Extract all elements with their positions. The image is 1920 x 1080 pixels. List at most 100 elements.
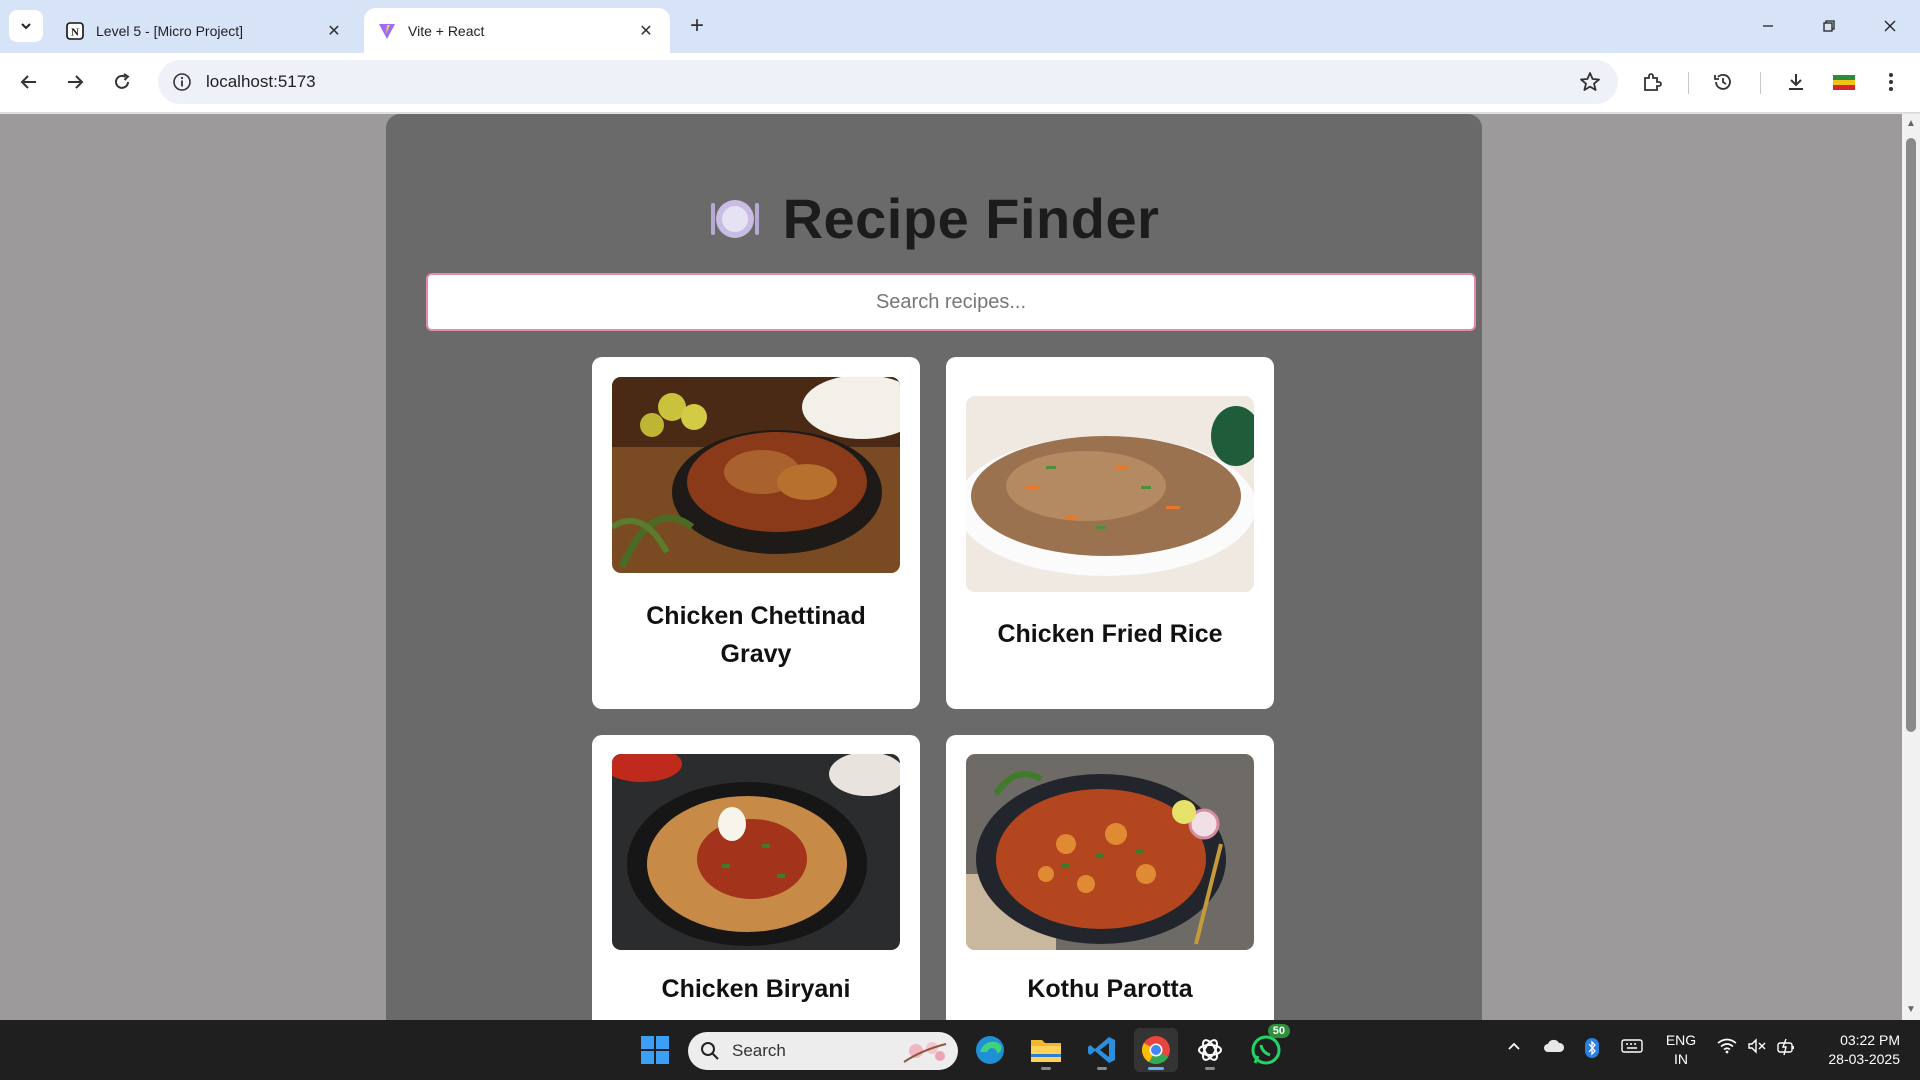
search-icon [701, 1042, 719, 1060]
tab-title: Vite + React [408, 22, 485, 39]
tab-strip: N Level 5 - [Micro Project] ✕ Vite + Rea… [0, 0, 1920, 53]
new-tab-button[interactable]: + [683, 12, 711, 40]
battery-tray[interactable] [1774, 1038, 1800, 1056]
taskbar-search[interactable]: Search [688, 1032, 958, 1070]
recipe-card[interactable]: Chicken Fried Rice [946, 357, 1274, 709]
back-button[interactable] [11, 64, 47, 100]
site-info-icon[interactable] [170, 70, 194, 94]
bluetooth-tray[interactable] [1580, 1038, 1604, 1058]
chrome-app[interactable] [1134, 1028, 1178, 1072]
recipe-image [966, 396, 1254, 592]
forward-button[interactable] [57, 64, 93, 100]
cloud-icon [1544, 1039, 1565, 1052]
onedrive-tray[interactable] [1540, 1038, 1568, 1054]
running-indicator [1205, 1067, 1215, 1070]
chatgpt-app[interactable] [1188, 1028, 1232, 1072]
toolbar-divider [1760, 72, 1761, 94]
restore-button[interactable] [1806, 8, 1852, 44]
scrollbar-thumb[interactable] [1906, 138, 1916, 732]
vscode-app[interactable] [1080, 1028, 1124, 1072]
close-tab-icon[interactable]: ✕ [324, 21, 344, 41]
bluetooth-icon [1585, 1038, 1599, 1058]
clock-date: 28-03-2025 [1828, 1051, 1900, 1067]
page-viewport: Recipe Finder Chicken Chettina [0, 114, 1920, 1020]
close-tab-icon[interactable]: ✕ [636, 21, 656, 41]
running-indicator [1041, 1067, 1051, 1070]
recipe-name: Kothu Parotta [1027, 975, 1193, 1003]
scroll-up-icon[interactable]: ▲ [1905, 118, 1917, 130]
keyboard-tray[interactable] [1618, 1038, 1646, 1054]
folder-icon [1031, 1040, 1061, 1062]
recipe-card[interactable]: Chicken Chettinad Gravy [592, 357, 920, 709]
recipe-image [966, 754, 1254, 950]
volume-tray[interactable] [1744, 1038, 1770, 1054]
openai-icon [1198, 1039, 1222, 1061]
edge-app[interactable] [968, 1028, 1012, 1072]
chevron-down-icon [21, 23, 31, 30]
notion-icon: N [66, 21, 84, 40]
extensions-button[interactable] [1634, 64, 1670, 100]
recipe-image [612, 754, 900, 950]
tab-search-button[interactable] [9, 10, 43, 42]
recipe-name: Chicken Biryani [661, 975, 851, 1003]
app-heading: Recipe Finder [386, 186, 1482, 251]
notification-badge: 50 [1267, 1024, 1290, 1038]
edge-icon [976, 1036, 1004, 1064]
more-vertical-icon [1889, 73, 1893, 91]
recipe-image [612, 377, 900, 573]
app-container: Recipe Finder Chicken Chettina [386, 114, 1482, 1020]
page-scrollbar[interactable]: ▲ ▼ [1902, 114, 1920, 1020]
vscode-icon [1088, 1037, 1115, 1063]
avatar-icon [1833, 75, 1855, 90]
profile-avatar[interactable] [1826, 64, 1862, 100]
downloads-button[interactable] [1778, 64, 1814, 100]
browser-toolbar: localhost:5173 [0, 53, 1920, 113]
history-button[interactable] [1705, 64, 1741, 100]
chrome-icon [1142, 1036, 1170, 1064]
start-button[interactable] [633, 1028, 677, 1072]
blossom-icon [903, 1042, 947, 1063]
arrow-left-icon [20, 75, 36, 89]
whatsapp-app[interactable]: 50 [1244, 1024, 1290, 1072]
page-title: Recipe Finder [782, 187, 1160, 250]
minimize-button[interactable] [1745, 8, 1791, 44]
show-hidden-icons[interactable] [1502, 1038, 1526, 1054]
active-indicator [1148, 1067, 1164, 1070]
keyboard-icon [1621, 1039, 1643, 1053]
language-code: ENG [1665, 1032, 1697, 1048]
puzzle-icon [1644, 73, 1662, 91]
recipe-name: Chicken Chettinad Gravy [646, 602, 866, 668]
chevron-up-icon [1508, 1042, 1520, 1050]
battery-charging-icon [1777, 1038, 1794, 1056]
menu-button[interactable] [1873, 64, 1909, 100]
taskbar-search-label: Search [732, 1041, 786, 1060]
toolbar-divider [1688, 72, 1689, 94]
svg-text:N: N [71, 26, 79, 38]
taskbar: Search 50 ENG IN 03:22 PM 28-03-2025 [0, 1020, 1920, 1080]
tab-vite-react[interactable]: Vite + React ✕ [364, 8, 670, 53]
history-icon [1714, 74, 1731, 90]
plate-icon [710, 199, 759, 238]
system-clock[interactable]: 03:22 PM 28-03-2025 [1800, 1031, 1900, 1069]
wifi-tray[interactable] [1714, 1038, 1740, 1054]
file-explorer-app[interactable] [1024, 1028, 1068, 1072]
address-bar[interactable]: localhost:5173 [158, 60, 1618, 104]
windows-logo-icon [641, 1036, 669, 1064]
search-input[interactable] [426, 273, 1476, 331]
reload-button[interactable] [104, 64, 140, 100]
scroll-down-icon[interactable]: ▼ [1905, 1004, 1917, 1016]
url-text: localhost:5173 [206, 72, 316, 91]
recipe-card[interactable]: Kothu Parotta [946, 735, 1274, 1020]
tab-level5[interactable]: N Level 5 - [Micro Project] ✕ [52, 8, 358, 53]
wifi-icon [1717, 1038, 1737, 1054]
volume-muted-icon [1748, 1038, 1766, 1054]
reload-icon [115, 73, 130, 89]
recipe-name: Chicken Fried Rice [997, 620, 1223, 648]
running-indicator [1097, 1067, 1107, 1070]
region-code: IN [1674, 1051, 1688, 1067]
arrow-right-icon [68, 75, 84, 89]
close-window-button[interactable] [1867, 8, 1913, 44]
recipe-card[interactable]: Chicken Biryani [592, 735, 920, 1020]
bookmark-star-icon[interactable] [1578, 70, 1602, 94]
language-indicator[interactable]: ENG IN [1656, 1031, 1706, 1069]
